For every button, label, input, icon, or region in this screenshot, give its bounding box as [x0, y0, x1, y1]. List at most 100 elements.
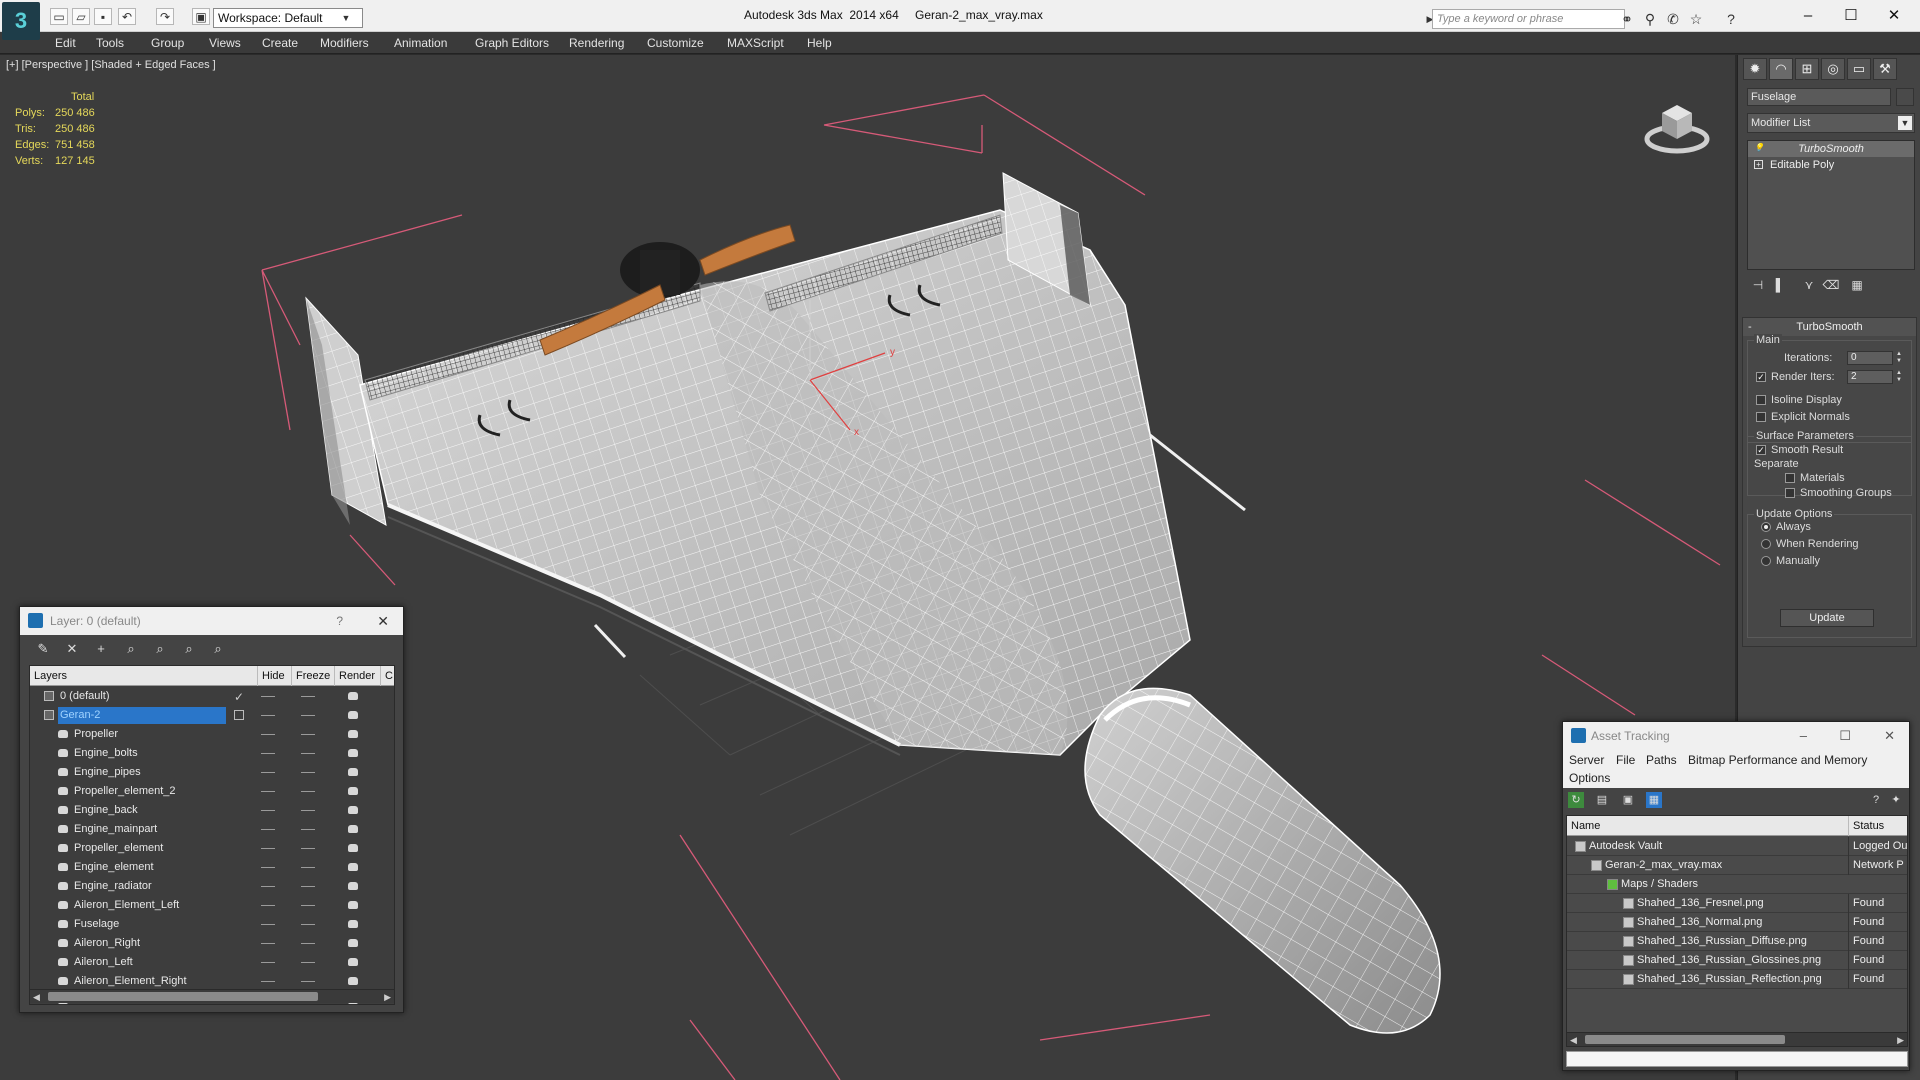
- redo-icon[interactable]: ↷: [156, 8, 174, 25]
- layer-row[interactable]: Engine_pipes: [30, 763, 394, 782]
- undo-icon[interactable]: ↶: [118, 8, 136, 25]
- object-color-swatch[interactable]: [1896, 88, 1914, 106]
- render-iters-checkbox[interactable]: ✓: [1756, 372, 1766, 382]
- scroll-right-icon[interactable]: ▶: [384, 990, 391, 1004]
- close-icon[interactable]: ✕: [1884, 722, 1895, 750]
- help-icon[interactable]: ?: [336, 607, 343, 635]
- render-toggle-icon[interactable]: [348, 920, 358, 928]
- render-toggle-icon[interactable]: [348, 958, 358, 966]
- pin-stack-icon[interactable]: ⊣: [1749, 276, 1767, 294]
- col-hide[interactable]: Hide: [257, 666, 289, 686]
- layer-name[interactable]: Aileron_Left: [72, 954, 133, 971]
- utilities-tab-icon[interactable]: ⚒: [1873, 58, 1897, 80]
- render-toggle-icon[interactable]: [348, 901, 358, 909]
- add-to-layer-icon[interactable]: +: [92, 640, 110, 658]
- layer-name[interactable]: Geran-2: [58, 707, 226, 724]
- menu-animation[interactable]: Animation: [394, 36, 447, 50]
- render-toggle-icon[interactable]: [348, 863, 358, 871]
- when-rendering-radio[interactable]: [1761, 539, 1771, 549]
- menu-modifiers[interactable]: Modifiers: [320, 36, 369, 50]
- help-icon[interactable]: ?: [1722, 10, 1740, 28]
- freeze-toggle[interactable]: [301, 829, 315, 830]
- layer-name[interactable]: Engine_back: [72, 802, 138, 819]
- smooth-result-checkbox[interactable]: ✓: [1756, 445, 1766, 455]
- current-layer-box-icon[interactable]: [234, 710, 244, 720]
- layer-row[interactable]: Engine_mainpart: [30, 820, 394, 839]
- render-toggle-icon[interactable]: [348, 749, 358, 757]
- hide-toggle[interactable]: [261, 943, 275, 944]
- asset-row[interactable]: Shahed_136_Fresnel.png Found: [1567, 894, 1907, 913]
- freeze-toggle[interactable]: [301, 810, 315, 811]
- hide-toggle[interactable]: [261, 848, 275, 849]
- maximize-icon[interactable]: ☐: [1839, 722, 1851, 750]
- menu-graph-editors[interactable]: Graph Editors: [475, 36, 549, 50]
- freeze-all-icon[interactable]: ⌕: [209, 640, 227, 658]
- freeze-toggle[interactable]: [301, 981, 315, 982]
- motion-tab-icon[interactable]: ◎: [1821, 58, 1845, 80]
- freeze-toggle[interactable]: [301, 715, 315, 716]
- expand-icon[interactable]: +: [1754, 160, 1763, 169]
- hide-toggle[interactable]: [261, 981, 275, 982]
- manually-radio[interactable]: [1761, 556, 1771, 566]
- app-logo-icon[interactable]: 3: [2, 2, 40, 40]
- layer-name[interactable]: Fuselage: [72, 916, 119, 933]
- hide-toggle[interactable]: [261, 962, 275, 963]
- render-toggle-icon[interactable]: [348, 768, 358, 776]
- fuselage-nose[interactable]: [1084, 687, 1441, 1034]
- scroll-left-icon[interactable]: ◀: [33, 990, 40, 1004]
- always-radio[interactable]: [1761, 522, 1771, 532]
- modifier-stack[interactable]: 💡 TurboSmooth + Editable Poly: [1747, 140, 1915, 270]
- layer-row[interactable]: Geran-2: [30, 706, 394, 725]
- render-toggle-icon[interactable]: [348, 806, 358, 814]
- asset-row[interactable]: Shahed_136_Russian_Reflection.png Found: [1567, 970, 1907, 989]
- asset-dialog-titlebar[interactable]: Asset Tracking – ☐ ✕: [1563, 722, 1909, 750]
- star-icon[interactable]: ☆: [1687, 10, 1705, 28]
- layer-name[interactable]: Aileron_Right: [72, 935, 140, 952]
- hide-toggle[interactable]: [261, 924, 275, 925]
- render-toggle-icon[interactable]: [348, 711, 358, 719]
- stack-item-turbosmooth[interactable]: 💡 TurboSmooth: [1748, 141, 1914, 157]
- render-toggle-icon[interactable]: [348, 730, 358, 738]
- freeze-toggle[interactable]: [301, 962, 315, 963]
- layer-row[interactable]: Engine_back: [30, 801, 394, 820]
- hide-toggle[interactable]: [261, 829, 275, 830]
- freeze-toggle[interactable]: [301, 734, 315, 735]
- col-render[interactable]: Render: [334, 666, 378, 686]
- layer-row[interactable]: Aileron_Element_Left: [30, 896, 394, 915]
- menu-customize[interactable]: Customize: [647, 36, 704, 50]
- lightbulb-icon[interactable]: 💡: [1754, 144, 1764, 153]
- display-tab-icon[interactable]: ▭: [1847, 58, 1871, 80]
- save-icon[interactable]: ▪: [94, 8, 112, 25]
- menu-help[interactable]: Help: [807, 36, 832, 50]
- layer-horizontal-scrollbar[interactable]: ◀ ▶: [30, 989, 394, 1003]
- checkmark-icon[interactable]: ✓: [234, 688, 244, 707]
- viewcube-icon[interactable]: [1642, 91, 1712, 161]
- layer-row[interactable]: Engine_bolts: [30, 744, 394, 763]
- render-toggle-icon[interactable]: [348, 692, 358, 700]
- menu-create[interactable]: Create: [262, 36, 298, 50]
- asset-menu-options[interactable]: Options: [1569, 771, 1610, 785]
- project-folder-icon[interactable]: ▣: [192, 8, 210, 25]
- asset-row[interactable]: Shahed_136_Russian_Diffuse.png Found: [1567, 932, 1907, 951]
- asset-row[interactable]: Autodesk Vault Logged Ou: [1567, 837, 1907, 856]
- object-name-field[interactable]: Fuselage: [1747, 88, 1891, 106]
- asset-row[interactable]: Maps / Shaders: [1567, 875, 1907, 894]
- render-toggle-icon[interactable]: [348, 939, 358, 947]
- hide-toggle[interactable]: [261, 734, 275, 735]
- asset-menu-bitmap[interactable]: Bitmap Performance and Memory: [1688, 753, 1867, 767]
- scroll-thumb[interactable]: [1585, 1035, 1785, 1044]
- close-icon[interactable]: ✕: [377, 607, 389, 635]
- binoculars-icon[interactable]: ⚭: [1618, 10, 1636, 28]
- freeze-toggle[interactable]: [301, 924, 315, 925]
- list-view-icon[interactable]: ▤: [1594, 792, 1610, 808]
- iterations-spinner[interactable]: 0: [1847, 351, 1893, 365]
- layer-name[interactable]: Engine_pipes: [72, 764, 141, 781]
- layer-name[interactable]: Propeller_element: [72, 840, 163, 857]
- hierarchy-tab-icon[interactable]: ⊞: [1795, 58, 1819, 80]
- asset-row[interactable]: Shahed_136_Russian_Glossines.png Found: [1567, 951, 1907, 970]
- asset-menu-paths[interactable]: Paths: [1646, 753, 1677, 767]
- chevron-down-icon[interactable]: ▼: [1898, 116, 1912, 130]
- render-toggle-icon[interactable]: [348, 825, 358, 833]
- layer-row[interactable]: Propeller_element_2: [30, 782, 394, 801]
- layer-name[interactable]: Engine_bolts: [72, 745, 138, 762]
